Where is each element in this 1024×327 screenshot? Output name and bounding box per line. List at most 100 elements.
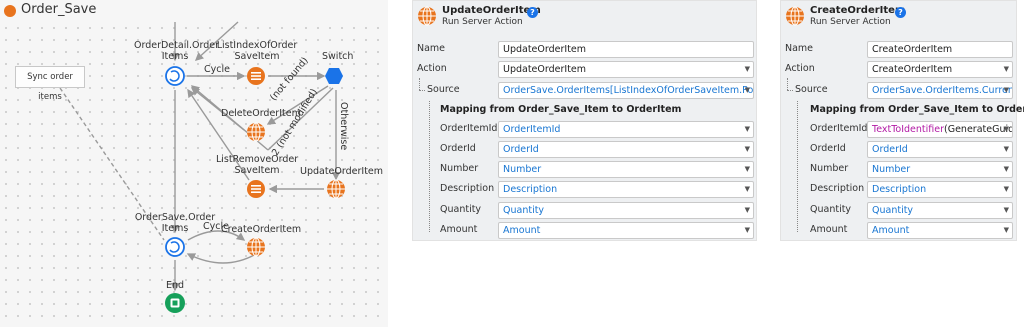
mapping-value: Quantity [872, 205, 914, 216]
end-label: End [166, 280, 185, 291]
mapping-select[interactable]: Quantity ▼ [867, 202, 1013, 219]
mapping-value: OrderId [872, 144, 908, 155]
server-action-icon [786, 6, 804, 26]
mapping-key: Number [440, 163, 479, 174]
mapping-key: Description [440, 183, 495, 194]
function-name: TextToIdentifier [872, 124, 945, 135]
mapping-row: Amount Amount ▼ [781, 222, 1016, 239]
comment-box[interactable]: Sync order items [15, 66, 85, 102]
mapping-select[interactable]: Description ▼ [498, 181, 754, 198]
chevron-down-icon[interactable]: ▼ [1004, 142, 1009, 157]
chevron-down-icon[interactable]: ▼ [1004, 223, 1009, 238]
chevron-down-icon[interactable]: ▼ [745, 203, 750, 218]
action-select[interactable]: UpdateOrderItem ▼ [498, 61, 754, 78]
action-row: Action CreateOrderItem ▼ [781, 61, 1016, 78]
mapping-select[interactable]: Amount ▼ [498, 222, 754, 239]
mapping-select[interactable]: Amount ▼ [867, 222, 1013, 239]
list-action-icon[interactable] [247, 180, 265, 198]
mapping-select[interactable]: Number ▼ [867, 161, 1013, 178]
mapping-select[interactable]: Description ▼ [867, 181, 1013, 198]
mapping-select[interactable]: OrderItemId ▼ [498, 121, 754, 138]
mapping-key: Amount [810, 224, 848, 235]
source-select[interactable]: OrderSave.OrderItems.Current ▼ [867, 82, 1013, 99]
mapping-select[interactable]: OrderId ▼ [498, 141, 754, 158]
cycle-edge-label: Cycle [204, 64, 230, 75]
source-value: OrderSave.OrderItems.Current [872, 85, 1013, 96]
source-row: Source OrderSave.OrderItems.Current ▼ [781, 82, 1016, 99]
action-label: Action [785, 63, 815, 74]
chevron-down-icon[interactable]: ▼ [745, 162, 750, 177]
cycle-icon[interactable] [165, 66, 185, 86]
cycle-icon[interactable] [165, 237, 185, 257]
mapping-key: OrderId [440, 143, 476, 154]
mapping-key: OrderItemId [440, 123, 498, 134]
mapping-value: Amount [503, 225, 541, 236]
delete-label: DeleteOrderItem [221, 108, 301, 119]
mapping-value: OrderItemId [503, 124, 561, 135]
name-field[interactable]: CreateOrderItem [867, 41, 1013, 58]
otherwise-label: Otherwise [338, 102, 349, 151]
source-row: Source OrderSave.OrderItems[ListIndexOfO… [413, 82, 756, 99]
mapping-row: Quantity Quantity ▼ [413, 202, 756, 219]
name-row: Name CreateOrderItem [781, 41, 1016, 58]
chevron-down-icon[interactable]: ▼ [1004, 182, 1009, 197]
chevron-down-icon[interactable]: ▼ [745, 62, 750, 77]
server-action-icon[interactable] [247, 122, 265, 142]
mapping-select[interactable]: Number ▼ [498, 161, 754, 178]
name-field[interactable]: UpdateOrderItem [498, 41, 754, 58]
end-icon[interactable] [165, 293, 185, 313]
mapping-title: Mapping from Order_Save_Item to OrderIte… [810, 104, 1024, 115]
mapping-value: Description [872, 184, 927, 195]
list-action-icon[interactable] [247, 67, 265, 85]
mapping-select[interactable]: TextToIdentifier(GenerateGuid())▼ [867, 121, 1013, 138]
server-action-icon [418, 6, 436, 26]
mapping-row: OrderId OrderId ▼ [413, 141, 756, 158]
mapping-value: Description [503, 184, 558, 195]
mapping-value: Amount [872, 225, 910, 236]
help-icon[interactable]: ? [895, 7, 906, 18]
chevron-down-icon[interactable]: ▼ [745, 83, 750, 98]
server-action-icon[interactable] [247, 237, 265, 257]
mapping-value: Quantity [503, 205, 545, 216]
mapping-row: Description Description ▼ [413, 181, 756, 198]
mapping-row: Amount Amount ▼ [413, 222, 756, 239]
action-value: UpdateOrderItem [503, 64, 587, 75]
panel-title: UpdateOrderItem [442, 5, 541, 16]
mapping-key: OrderId [810, 143, 846, 154]
mapping-row: OrderItemId OrderItemId ▼ [413, 121, 756, 138]
switch-icon[interactable] [325, 68, 343, 84]
mapping-row: Quantity Quantity ▼ [781, 202, 1016, 219]
action-select[interactable]: CreateOrderItem ▼ [867, 61, 1013, 78]
mapping-key: OrderItemId [810, 123, 868, 134]
server-action-icon[interactable] [327, 179, 345, 199]
source-label: Source [795, 84, 828, 95]
chevron-down-icon[interactable]: ▼ [745, 142, 750, 157]
mapping-key: Quantity [440, 204, 482, 215]
mapping-select[interactable]: Quantity ▼ [498, 202, 754, 219]
chevron-down-icon[interactable]: ▼ [1004, 122, 1009, 137]
create-label: CreateOrderItem [221, 224, 302, 235]
chevron-down-icon[interactable]: ▼ [1004, 62, 1009, 77]
chevron-down-icon[interactable]: ▼ [1004, 83, 1009, 98]
mapping-row: Number Number ▼ [781, 161, 1016, 178]
chevron-down-icon[interactable]: ▼ [1004, 203, 1009, 218]
screenshot-root: Order_Save Sync order items OrderDetail.… [0, 0, 1024, 327]
list-index-label: ListIndexOfOrder SaveItem [216, 40, 298, 62]
mapping-value: Number [872, 164, 911, 175]
chevron-down-icon[interactable]: ▼ [745, 182, 750, 197]
mapping-key: Number [810, 163, 849, 174]
action-label: Action [417, 63, 447, 74]
source-select[interactable]: OrderSave.OrderItems[ListIndexOfOrderSav… [498, 82, 754, 99]
source-value: OrderSave.OrderItems[ListIndexOfOrderSav… [503, 85, 754, 96]
help-icon[interactable]: ? [527, 7, 538, 18]
flow-canvas[interactable]: Order_Save Sync order items OrderDetail.… [0, 0, 388, 327]
mapping-row: OrderItemId TextToIdentifier(GenerateGui… [781, 121, 1016, 138]
mapping-select[interactable]: OrderId ▼ [867, 141, 1013, 158]
panel-header: UpdateOrderItem Run Server Action ? [413, 1, 756, 33]
panel-subtitle: Run Server Action [810, 17, 891, 27]
list-remove-label: ListRemoveOrder SaveItem [216, 154, 299, 176]
chevron-down-icon[interactable]: ▼ [745, 223, 750, 238]
chevron-down-icon[interactable]: ▼ [745, 122, 750, 137]
chevron-down-icon[interactable]: ▼ [1004, 162, 1009, 177]
mapping-title: Mapping from Order_Save_Item to OrderIte… [440, 104, 682, 115]
